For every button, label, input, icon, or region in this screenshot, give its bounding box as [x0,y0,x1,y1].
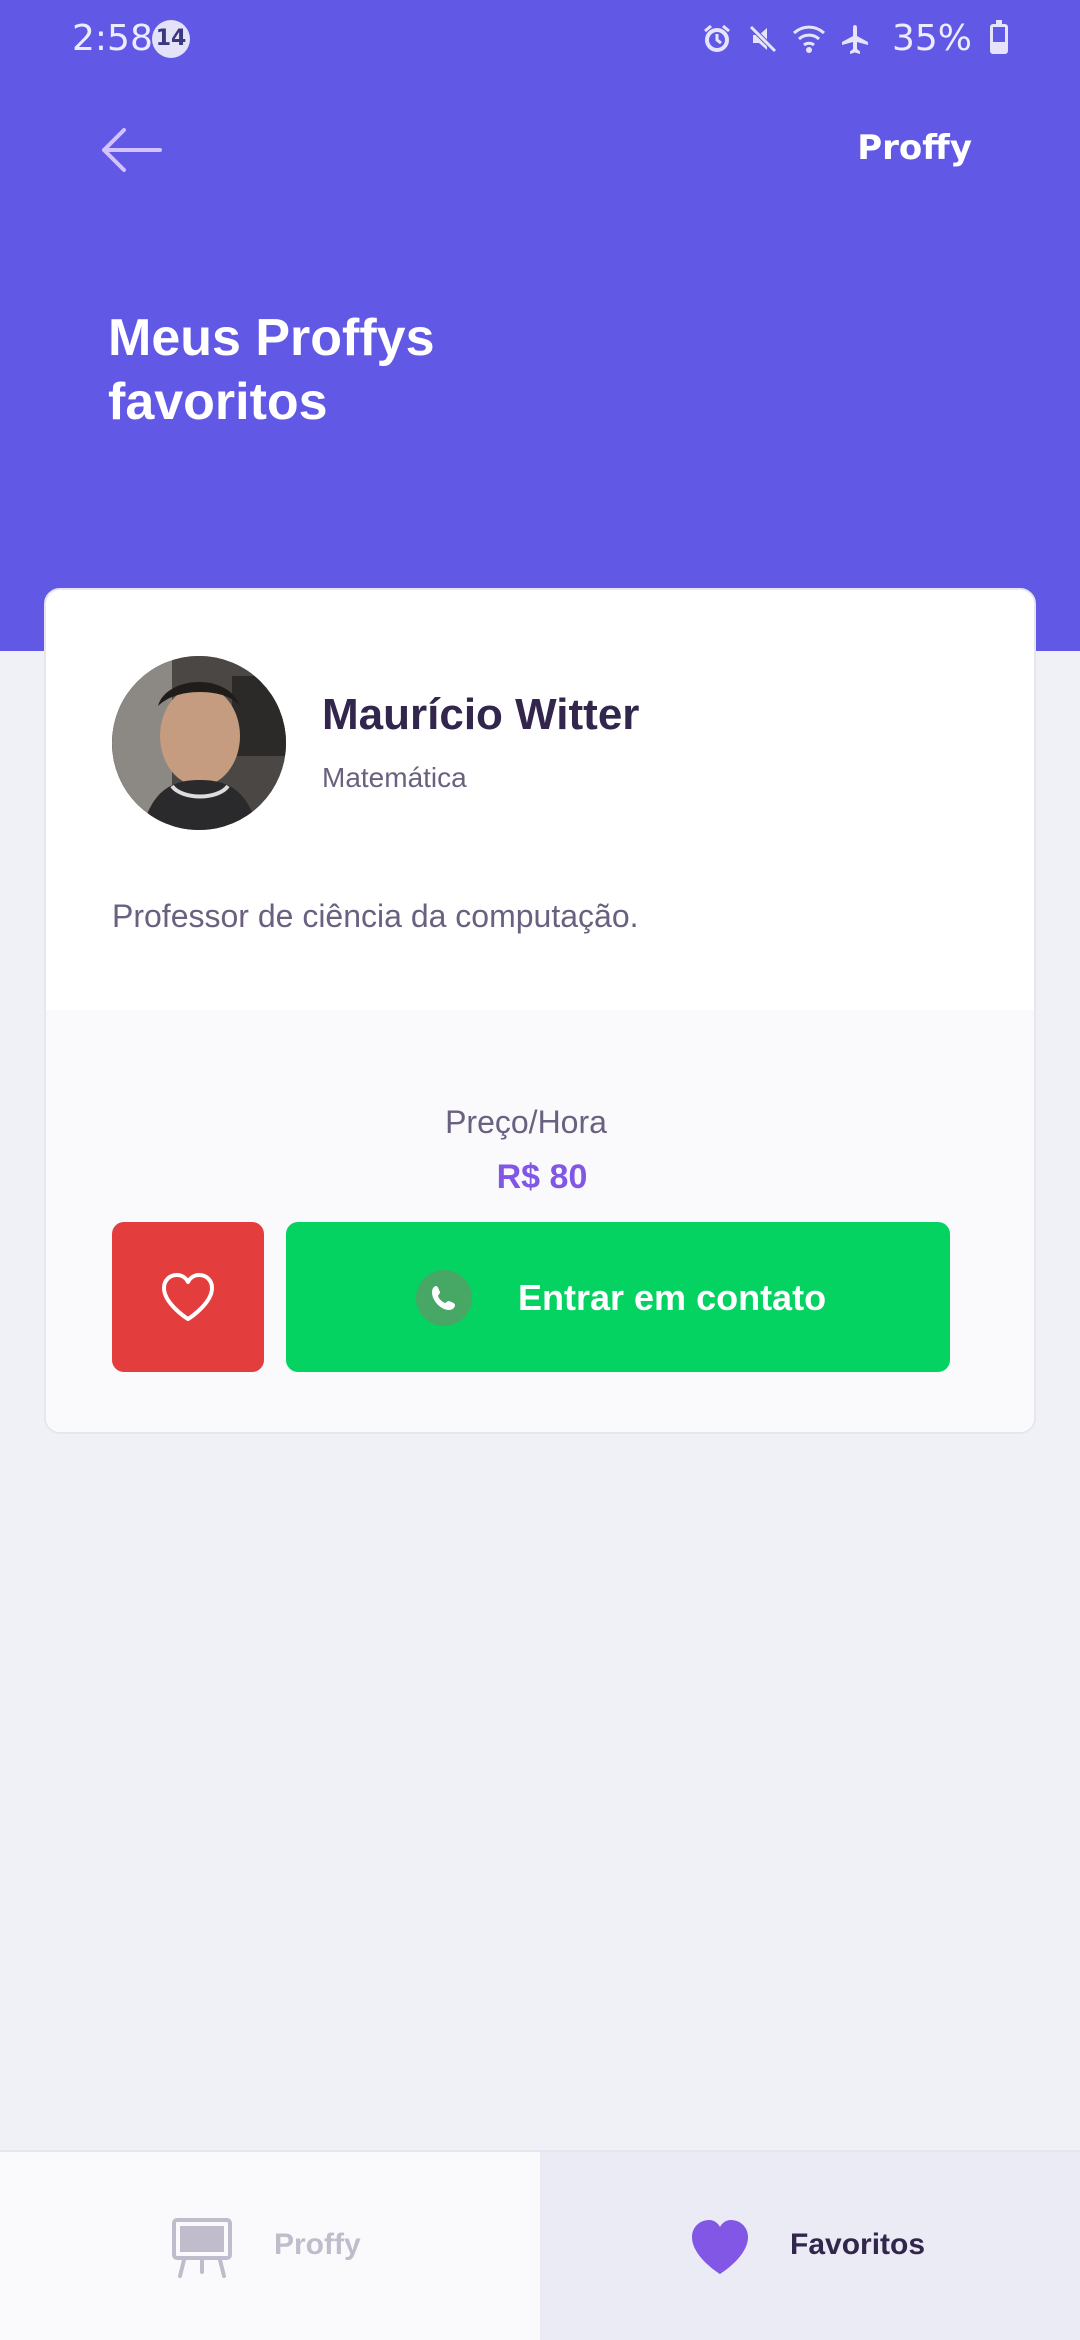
heart-icon [692,2220,748,2274]
status-bar: 2:58 14 35% [0,0,1080,84]
price-label: Preço/Hora [445,1104,607,1140]
tab-favoritos-label: Favoritos [790,2228,926,2261]
airplane-icon [838,19,872,59]
back-button[interactable] [100,125,166,175]
contact-button-label: Entrar em contato [518,1277,827,1318]
status-time: 2:58 [72,18,153,59]
price-value: R$ 80 [496,1158,588,1196]
teacher-card: Maurício Witter Matemática Professor de … [44,588,1036,1434]
bottom-nav: Proffy Favoritos [0,2150,1080,2340]
brand-logo: Proffy [857,128,972,168]
heart-outline-icon [162,1273,214,1321]
battery-level [993,42,1005,51]
alarm-icon [700,19,734,59]
header: 2:58 14 35% Proffy Meus Proffys favorito… [0,0,1080,651]
tab-favoritos[interactable]: Favoritos [540,2152,1080,2340]
whatsapp-icon [416,1270,472,1326]
notification-badge: 14 [152,20,190,58]
easel-icon [172,2218,232,2278]
mute-icon [746,19,780,59]
teacher-subject: Matemática [322,762,467,793]
contact-button[interactable]: Entrar em contato [286,1222,950,1372]
tab-proffy[interactable]: Proffy [0,2152,540,2340]
teacher-name: Maurício Witter [322,690,640,739]
status-icons: 35% [700,18,1008,59]
teacher-bio: Professor de ciência da computação. [112,898,639,934]
battery-percent: 35% [891,18,972,59]
card-footer: Preço/Hora R$ 80 Entrar em contato [46,1010,1034,1432]
tab-proffy-label: Proffy [274,2228,361,2261]
arrow-left-icon [102,128,162,172]
wifi-icon [792,19,826,59]
battery-icon [990,19,1008,54]
page-title: Meus Proffys favoritos [108,309,435,431]
avatar [112,656,286,830]
unfavorite-button[interactable] [112,1222,264,1372]
